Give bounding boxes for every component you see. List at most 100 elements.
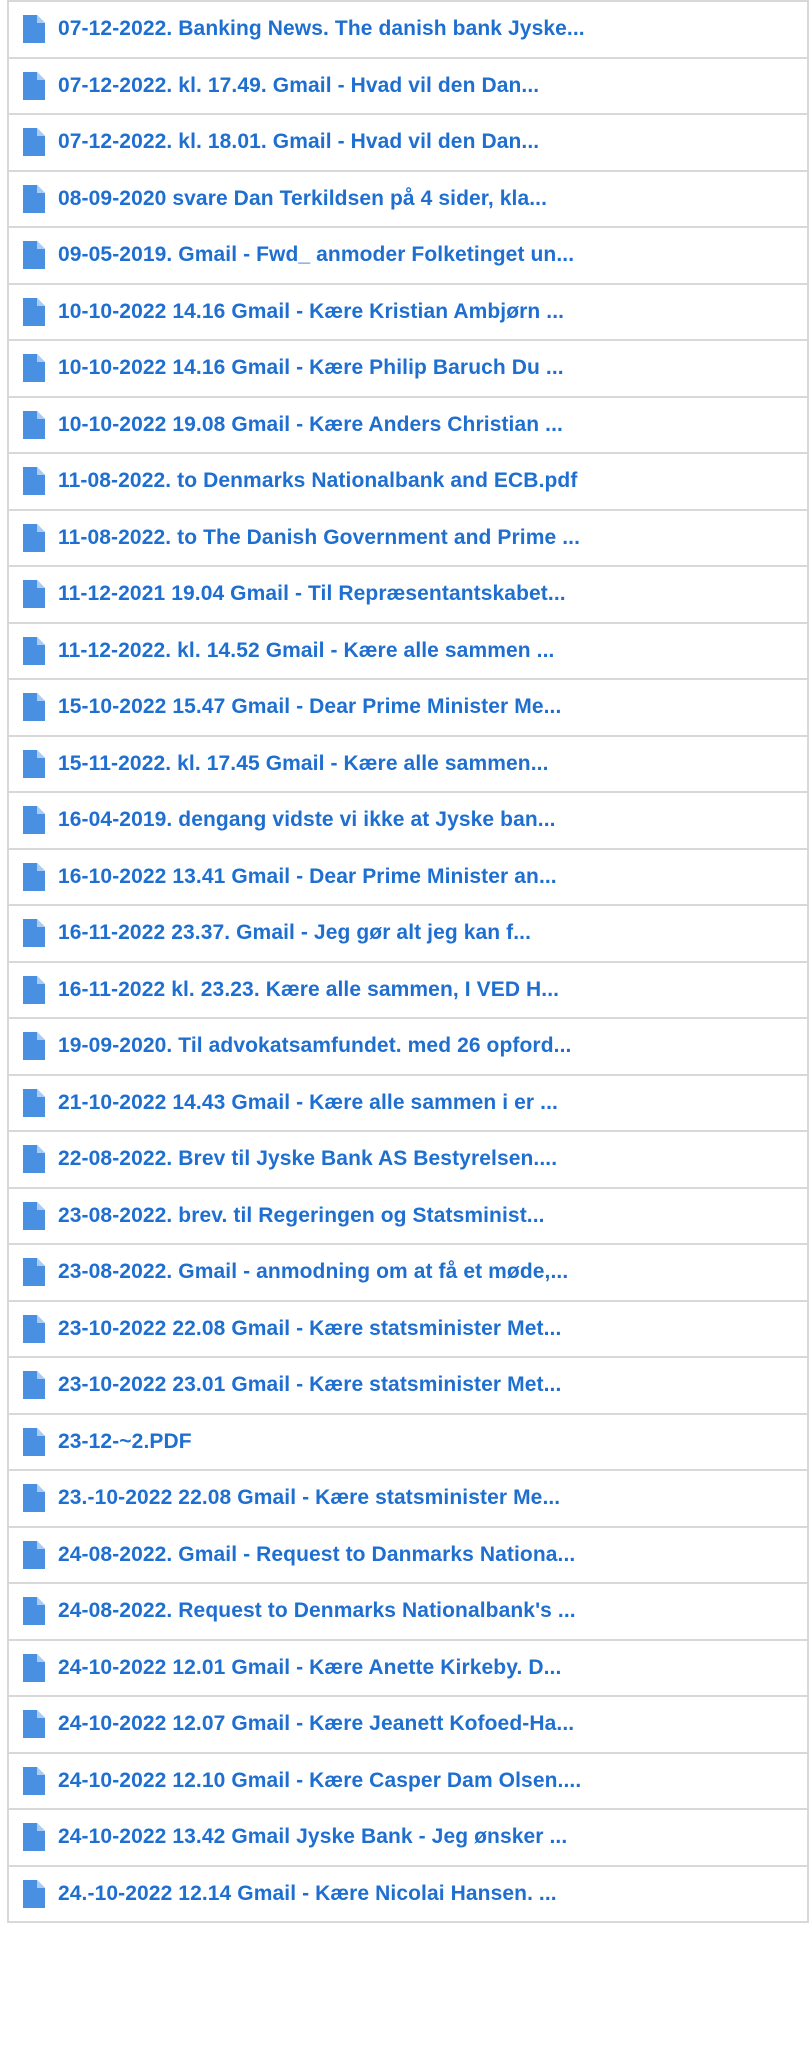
document-icon <box>23 580 45 609</box>
file-link[interactable]: 10-10-2022 14.16 Gmail - Kære Philip Bar… <box>58 356 564 380</box>
file-list-item[interactable]: 22-08-2022. Brev til Jyske Bank AS Besty… <box>7 1132 809 1189</box>
document-icon <box>23 1088 45 1117</box>
file-list-item[interactable]: 08-09-2020 svare Dan Terkildsen på 4 sid… <box>7 171 809 228</box>
document-icon <box>23 1823 45 1852</box>
document-icon <box>23 1201 45 1230</box>
file-list-item[interactable]: 11-08-2022. to Denmarks Nationalbank and… <box>7 454 809 511</box>
document-icon <box>23 523 45 552</box>
file-link[interactable]: 08-09-2020 svare Dan Terkildsen på 4 sid… <box>58 187 547 211</box>
document-icon <box>23 184 45 213</box>
file-link[interactable]: 09-05-2019. Gmail - Fwd_ anmoder Folketi… <box>58 243 574 267</box>
file-link[interactable]: 24.-10-2022 12.14 Gmail - Kære Nicolai H… <box>58 1882 557 1906</box>
file-list-item[interactable]: 16-11-2022 kl. 23.23. Kære alle sammen, … <box>7 962 809 1019</box>
file-link[interactable]: 11-12-2022. kl. 14.52 Gmail - Kære alle … <box>58 639 554 663</box>
document-icon <box>23 467 45 496</box>
file-link[interactable]: 10-10-2022 14.16 Gmail - Kære Kristian A… <box>58 300 564 324</box>
file-link[interactable]: 11-08-2022. to Denmarks Nationalbank and… <box>58 469 577 493</box>
file-link[interactable]: 16-04-2019. dengang vidste vi ikke at Jy… <box>58 808 556 832</box>
file-link[interactable]: 24-10-2022 12.01 Gmail - Kære Anette Kir… <box>58 1656 561 1680</box>
file-link[interactable]: 07-12-2022. Banking News. The danish ban… <box>58 17 585 41</box>
file-list-item[interactable]: 16-11-2022 23.37. Gmail - Jeg gør alt je… <box>7 906 809 963</box>
document-icon <box>23 241 45 270</box>
document-icon <box>23 1258 45 1287</box>
document-icon <box>23 1427 45 1456</box>
document-icon <box>23 1710 45 1739</box>
file-list-item[interactable]: 23-08-2022. Gmail - anmodning om at få e… <box>7 1245 809 1302</box>
file-list-item[interactable]: 24-08-2022. Request to Denmarks National… <box>7 1584 809 1641</box>
file-list-item[interactable]: 24-10-2022 12.01 Gmail - Kære Anette Kir… <box>7 1640 809 1697</box>
file-link[interactable]: 19-09-2020. Til advokatsamfundet. med 26… <box>58 1034 571 1058</box>
file-list-item[interactable]: 07-12-2022. kl. 18.01. Gmail - Hvad vil … <box>7 115 809 172</box>
document-icon <box>23 71 45 100</box>
file-link[interactable]: 15-11-2022. kl. 17.45 Gmail - Kære alle … <box>58 752 549 776</box>
document-icon <box>23 693 45 722</box>
file-list-item[interactable]: 23-10-2022 22.08 Gmail - Kære statsminis… <box>7 1301 809 1358</box>
document-icon <box>23 862 45 891</box>
document-icon <box>23 1879 45 1908</box>
file-list-item[interactable]: 19-09-2020. Til advokatsamfundet. med 26… <box>7 1019 809 1076</box>
file-list-item[interactable]: 09-05-2019. Gmail - Fwd_ anmoder Folketi… <box>7 228 809 285</box>
file-link[interactable]: 24-08-2022. Gmail - Request to Danmarks … <box>58 1543 575 1567</box>
file-link[interactable]: 15-10-2022 15.47 Gmail - Dear Prime Mini… <box>58 695 561 719</box>
document-icon <box>23 749 45 778</box>
file-link[interactable]: 16-11-2022 kl. 23.23. Kære alle sammen, … <box>58 978 559 1002</box>
file-list-item[interactable]: 24.-10-2022 12.14 Gmail - Kære Nicolai H… <box>7 1866 809 1923</box>
file-link[interactable]: 22-08-2022. Brev til Jyske Bank AS Besty… <box>58 1147 557 1171</box>
document-icon <box>23 15 45 44</box>
file-link[interactable]: 24-08-2022. Request to Denmarks National… <box>58 1599 576 1623</box>
file-link[interactable]: 24-10-2022 12.10 Gmail - Kære Casper Dam… <box>58 1769 581 1793</box>
file-list-item[interactable]: 10-10-2022 14.16 Gmail - Kære Kristian A… <box>7 284 809 341</box>
file-link[interactable]: 21-10-2022 14.43 Gmail - Kære alle samme… <box>58 1091 558 1115</box>
file-list: 07-12-2022. Banking News. The danish ban… <box>7 0 809 1923</box>
document-icon <box>23 1653 45 1682</box>
file-list-item[interactable]: 24-10-2022 12.10 Gmail - Kære Casper Dam… <box>7 1753 809 1810</box>
file-list-item[interactable]: 24-08-2022. Gmail - Request to Danmarks … <box>7 1527 809 1584</box>
file-list-item[interactable]: 15-10-2022 15.47 Gmail - Dear Prime Mini… <box>7 680 809 737</box>
file-link[interactable]: 23-12-~2.PDF <box>58 1430 192 1454</box>
file-link[interactable]: 23-10-2022 22.08 Gmail - Kære statsminis… <box>58 1317 561 1341</box>
document-icon <box>23 636 45 665</box>
document-icon <box>23 1766 45 1795</box>
file-link[interactable]: 07-12-2022. kl. 17.49. Gmail - Hvad vil … <box>58 74 539 98</box>
file-link[interactable]: 23-10-2022 23.01 Gmail - Kære statsminis… <box>58 1373 561 1397</box>
document-icon <box>23 1314 45 1343</box>
file-list-item[interactable]: 15-11-2022. kl. 17.45 Gmail - Kære alle … <box>7 736 809 793</box>
file-list-item[interactable]: 21-10-2022 14.43 Gmail - Kære alle samme… <box>7 1075 809 1132</box>
file-list-item[interactable]: 23.-10-2022 22.08 Gmail - Kære statsmini… <box>7 1471 809 1528</box>
file-list-item[interactable]: 24-10-2022 12.07 Gmail - Kære Jeanett Ko… <box>7 1697 809 1754</box>
file-list-item[interactable]: 07-12-2022. kl. 17.49. Gmail - Hvad vil … <box>7 58 809 115</box>
file-link[interactable]: 23.-10-2022 22.08 Gmail - Kære statsmini… <box>58 1486 560 1510</box>
document-icon <box>23 1371 45 1400</box>
file-list-item[interactable]: 24-10-2022 13.42 Gmail Jyske Bank - Jeg … <box>7 1810 809 1867</box>
document-icon <box>23 1540 45 1569</box>
document-icon <box>23 354 45 383</box>
file-list-item[interactable]: 23-08-2022. brev. til Regeringen og Stat… <box>7 1188 809 1245</box>
document-icon <box>23 128 45 157</box>
file-link[interactable]: 23-08-2022. brev. til Regeringen og Stat… <box>58 1204 545 1228</box>
file-list-item[interactable]: 11-12-2021 19.04 Gmail - Til Repræsentan… <box>7 567 809 624</box>
file-link[interactable]: 07-12-2022. kl. 18.01. Gmail - Hvad vil … <box>58 130 539 154</box>
file-list-item[interactable]: 11-12-2022. kl. 14.52 Gmail - Kære alle … <box>7 623 809 680</box>
document-icon <box>23 1597 45 1626</box>
file-link[interactable]: 24-10-2022 13.42 Gmail Jyske Bank - Jeg … <box>58 1825 567 1849</box>
file-link[interactable]: 16-11-2022 23.37. Gmail - Jeg gør alt je… <box>58 921 531 945</box>
file-list-item[interactable]: 07-12-2022. Banking News. The danish ban… <box>7 2 809 59</box>
file-link[interactable]: 24-10-2022 12.07 Gmail - Kære Jeanett Ko… <box>58 1712 574 1736</box>
file-link[interactable]: 23-08-2022. Gmail - anmodning om at få e… <box>58 1260 568 1284</box>
file-list-item[interactable]: 10-10-2022 14.16 Gmail - Kære Philip Bar… <box>7 341 809 398</box>
document-icon <box>23 1032 45 1061</box>
document-icon <box>23 975 45 1004</box>
file-list-item[interactable]: 11-08-2022. to The Danish Government and… <box>7 510 809 567</box>
file-list-item[interactable]: 16-04-2019. dengang vidste vi ikke at Jy… <box>7 793 809 850</box>
document-icon <box>23 806 45 835</box>
file-list-item[interactable]: 10-10-2022 19.08 Gmail - Kære Anders Chr… <box>7 397 809 454</box>
file-list-item[interactable]: 23-10-2022 23.01 Gmail - Kære statsminis… <box>7 1358 809 1415</box>
file-link[interactable]: 11-12-2021 19.04 Gmail - Til Repræsentan… <box>58 582 566 606</box>
file-link[interactable]: 16-10-2022 13.41 Gmail - Dear Prime Mini… <box>58 865 557 889</box>
document-icon <box>23 410 45 439</box>
document-icon <box>23 1145 45 1174</box>
file-link[interactable]: 10-10-2022 19.08 Gmail - Kære Anders Chr… <box>58 413 563 437</box>
file-link[interactable]: 11-08-2022. to The Danish Government and… <box>58 526 580 550</box>
file-list-item[interactable]: 23-12-~2.PDF <box>7 1414 809 1471</box>
file-list-item[interactable]: 16-10-2022 13.41 Gmail - Dear Prime Mini… <box>7 849 809 906</box>
